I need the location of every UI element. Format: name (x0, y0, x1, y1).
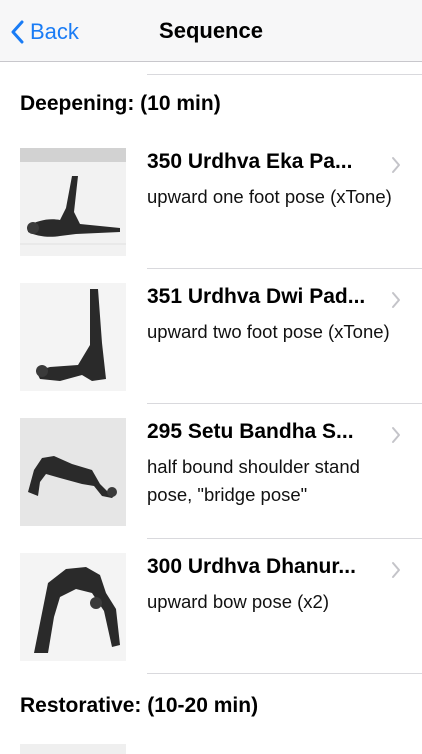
chevron-right-icon (392, 427, 400, 443)
back-button[interactable]: Back (10, 16, 79, 48)
pose-title: 295 Setu Bandha S... (147, 420, 354, 443)
pose-description: upward bow pose (x2) (147, 591, 330, 612)
section-header-restorative: Restorative: (10-20 min) (20, 694, 259, 717)
pose-title: 351 Urdhva Dwi Pad... (147, 285, 366, 308)
list-item[interactable]: 300 Urdhva Dhanur... upward bow pose (x2… (0, 539, 422, 674)
pose-description: upward one foot pose (xTone) (147, 186, 392, 207)
chevron-left-icon (11, 20, 24, 44)
divider (147, 74, 422, 75)
pose-title: 350 Urdhva Eka Pa... (147, 150, 353, 173)
pose-photo-icon (20, 283, 126, 391)
chevron-right-icon (392, 292, 400, 308)
pose-photo-icon (20, 553, 126, 661)
pose-photo-icon (20, 418, 126, 526)
pose-photo-icon (20, 744, 126, 754)
list-item[interactable]: 350 Urdhva Eka Pa... upward one foot pos… (0, 134, 422, 269)
divider (147, 673, 422, 674)
list-item[interactable]: 295 Setu Bandha S... half bound shoulder… (0, 404, 422, 539)
chevron-right-icon (392, 562, 400, 578)
chevron-right-icon (392, 157, 400, 173)
list-item[interactable]: 351 Urdhva Dwi Pad... upward two foot po… (0, 269, 422, 404)
pose-description: half bound shoulder stand pose, "bridge … (147, 456, 360, 505)
pose-photo-icon (20, 148, 126, 256)
navigation-bar: Back Sequence (0, 0, 422, 62)
pose-title: 300 Urdhva Dhanur... (147, 555, 356, 578)
back-label: Back (30, 19, 79, 44)
pose-description: upward two foot pose (xTone) (147, 321, 390, 342)
section-header-deepening: Deepening: (10 min) (20, 92, 221, 115)
